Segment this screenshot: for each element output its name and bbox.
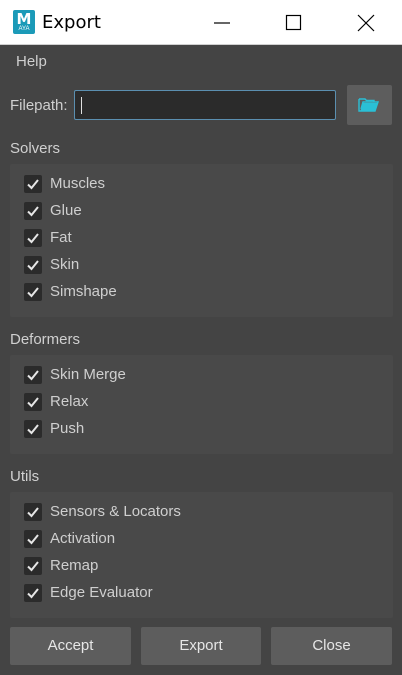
checkbox-label: Push	[50, 420, 85, 437]
checkbox-label: Edge Evaluator	[50, 584, 153, 601]
checkbox-box	[24, 202, 42, 220]
checkmark-icon	[27, 588, 39, 599]
checkmark-icon	[27, 507, 39, 518]
checkbox-label: Activation	[50, 530, 116, 547]
text-caret	[81, 97, 82, 114]
menu-help[interactable]: Help	[16, 53, 47, 70]
close-window-button[interactable]	[330, 0, 402, 45]
checkbox-label: Glue	[50, 202, 82, 219]
accept-button[interactable]: Accept	[10, 627, 131, 665]
checkbox-label: Muscles	[50, 175, 106, 192]
checkbox-label: Skin	[50, 256, 80, 273]
checkmark-icon	[27, 233, 39, 244]
maximize-button[interactable]	[258, 0, 330, 45]
checkmark-icon	[27, 397, 39, 408]
checkbox-box	[24, 503, 42, 521]
close-icon	[357, 14, 375, 32]
browse-folder-button[interactable]	[347, 85, 392, 125]
checkmark-icon	[27, 179, 39, 190]
checkbox-box	[24, 420, 42, 438]
checkmark-icon	[27, 534, 39, 545]
export-button[interactable]: Export	[141, 627, 261, 665]
checkmark-icon	[27, 561, 39, 572]
checkmark-icon	[27, 287, 39, 298]
checkbox-label: Remap	[50, 557, 99, 574]
checkbox-label: Skin Merge	[50, 366, 126, 383]
minimize-button[interactable]	[186, 0, 258, 45]
minimize-icon	[214, 22, 230, 24]
checkbox-box	[24, 393, 42, 411]
utils-section: Sensors & Locators Activation Remap Edge…	[10, 492, 393, 618]
maya-app-icon: M AYA	[13, 10, 35, 34]
checkmark-icon	[27, 260, 39, 271]
checkbox-box	[24, 557, 42, 575]
maximize-icon	[285, 14, 302, 31]
deformers-section-title: Deformers	[10, 331, 81, 348]
checkbox-box	[24, 256, 42, 274]
checkmark-icon	[27, 370, 39, 381]
checkbox-box	[24, 530, 42, 548]
checkbox-label: Simshape	[50, 283, 117, 300]
checkbox-box	[24, 366, 42, 384]
utils-section-title: Utils	[10, 468, 40, 485]
checkbox-label: Sensors & Locators	[50, 503, 181, 520]
checkbox-box	[24, 229, 42, 247]
deformers-section: Skin Merge Relax Push	[10, 355, 393, 454]
title-bar: M AYA Export	[0, 0, 402, 45]
filepath-label: Filepath:	[10, 97, 68, 114]
checkmark-icon	[27, 424, 39, 435]
solvers-section: Muscles Glue Fat Skin Simshape	[10, 164, 393, 317]
checkbox-box	[24, 175, 42, 193]
checkbox-box	[24, 584, 42, 602]
folder-open-icon	[358, 98, 379, 112]
solvers-section-title: Solvers	[10, 140, 61, 157]
checkmark-icon	[27, 206, 39, 217]
checkbox-box	[24, 283, 42, 301]
close-button[interactable]: Close	[271, 627, 392, 665]
checkbox-label: Relax	[50, 393, 89, 410]
window-title: Export	[42, 12, 101, 33]
checkbox-label: Fat	[50, 229, 72, 246]
filepath-input[interactable]	[74, 90, 336, 120]
